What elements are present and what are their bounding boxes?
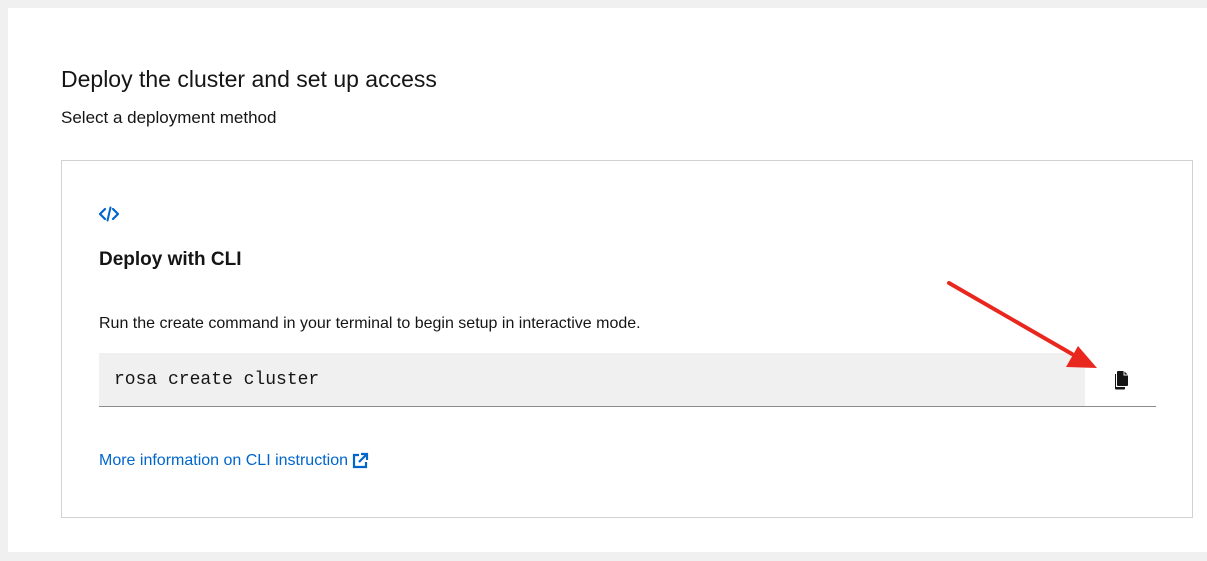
command-clipboard: rosa create cluster	[99, 353, 1156, 407]
deploy-with-cli-card: Deploy with CLI Run the create command i…	[61, 160, 1193, 518]
card-title: Deploy with CLI	[99, 249, 242, 270]
code-icon	[99, 206, 119, 222]
page: Deploy the cluster and set up access Sel…	[0, 0, 1207, 561]
more-info-link-label: More information on CLI instruction	[99, 452, 348, 469]
section-title: Deploy the cluster and set up access	[61, 66, 437, 92]
more-info-cli-link[interactable]: More information on CLI instruction	[99, 452, 369, 470]
command-text[interactable]: rosa create cluster	[99, 353, 1085, 406]
card-description: Run the create command in your terminal …	[99, 315, 641, 332]
copy-icon	[1114, 370, 1128, 389]
deploy-section-card: Deploy the cluster and set up access Sel…	[8, 8, 1207, 552]
external-link-icon	[352, 452, 369, 469]
section-subtitle: Select a deployment method	[61, 108, 277, 127]
copy-button[interactable]	[1085, 353, 1156, 406]
